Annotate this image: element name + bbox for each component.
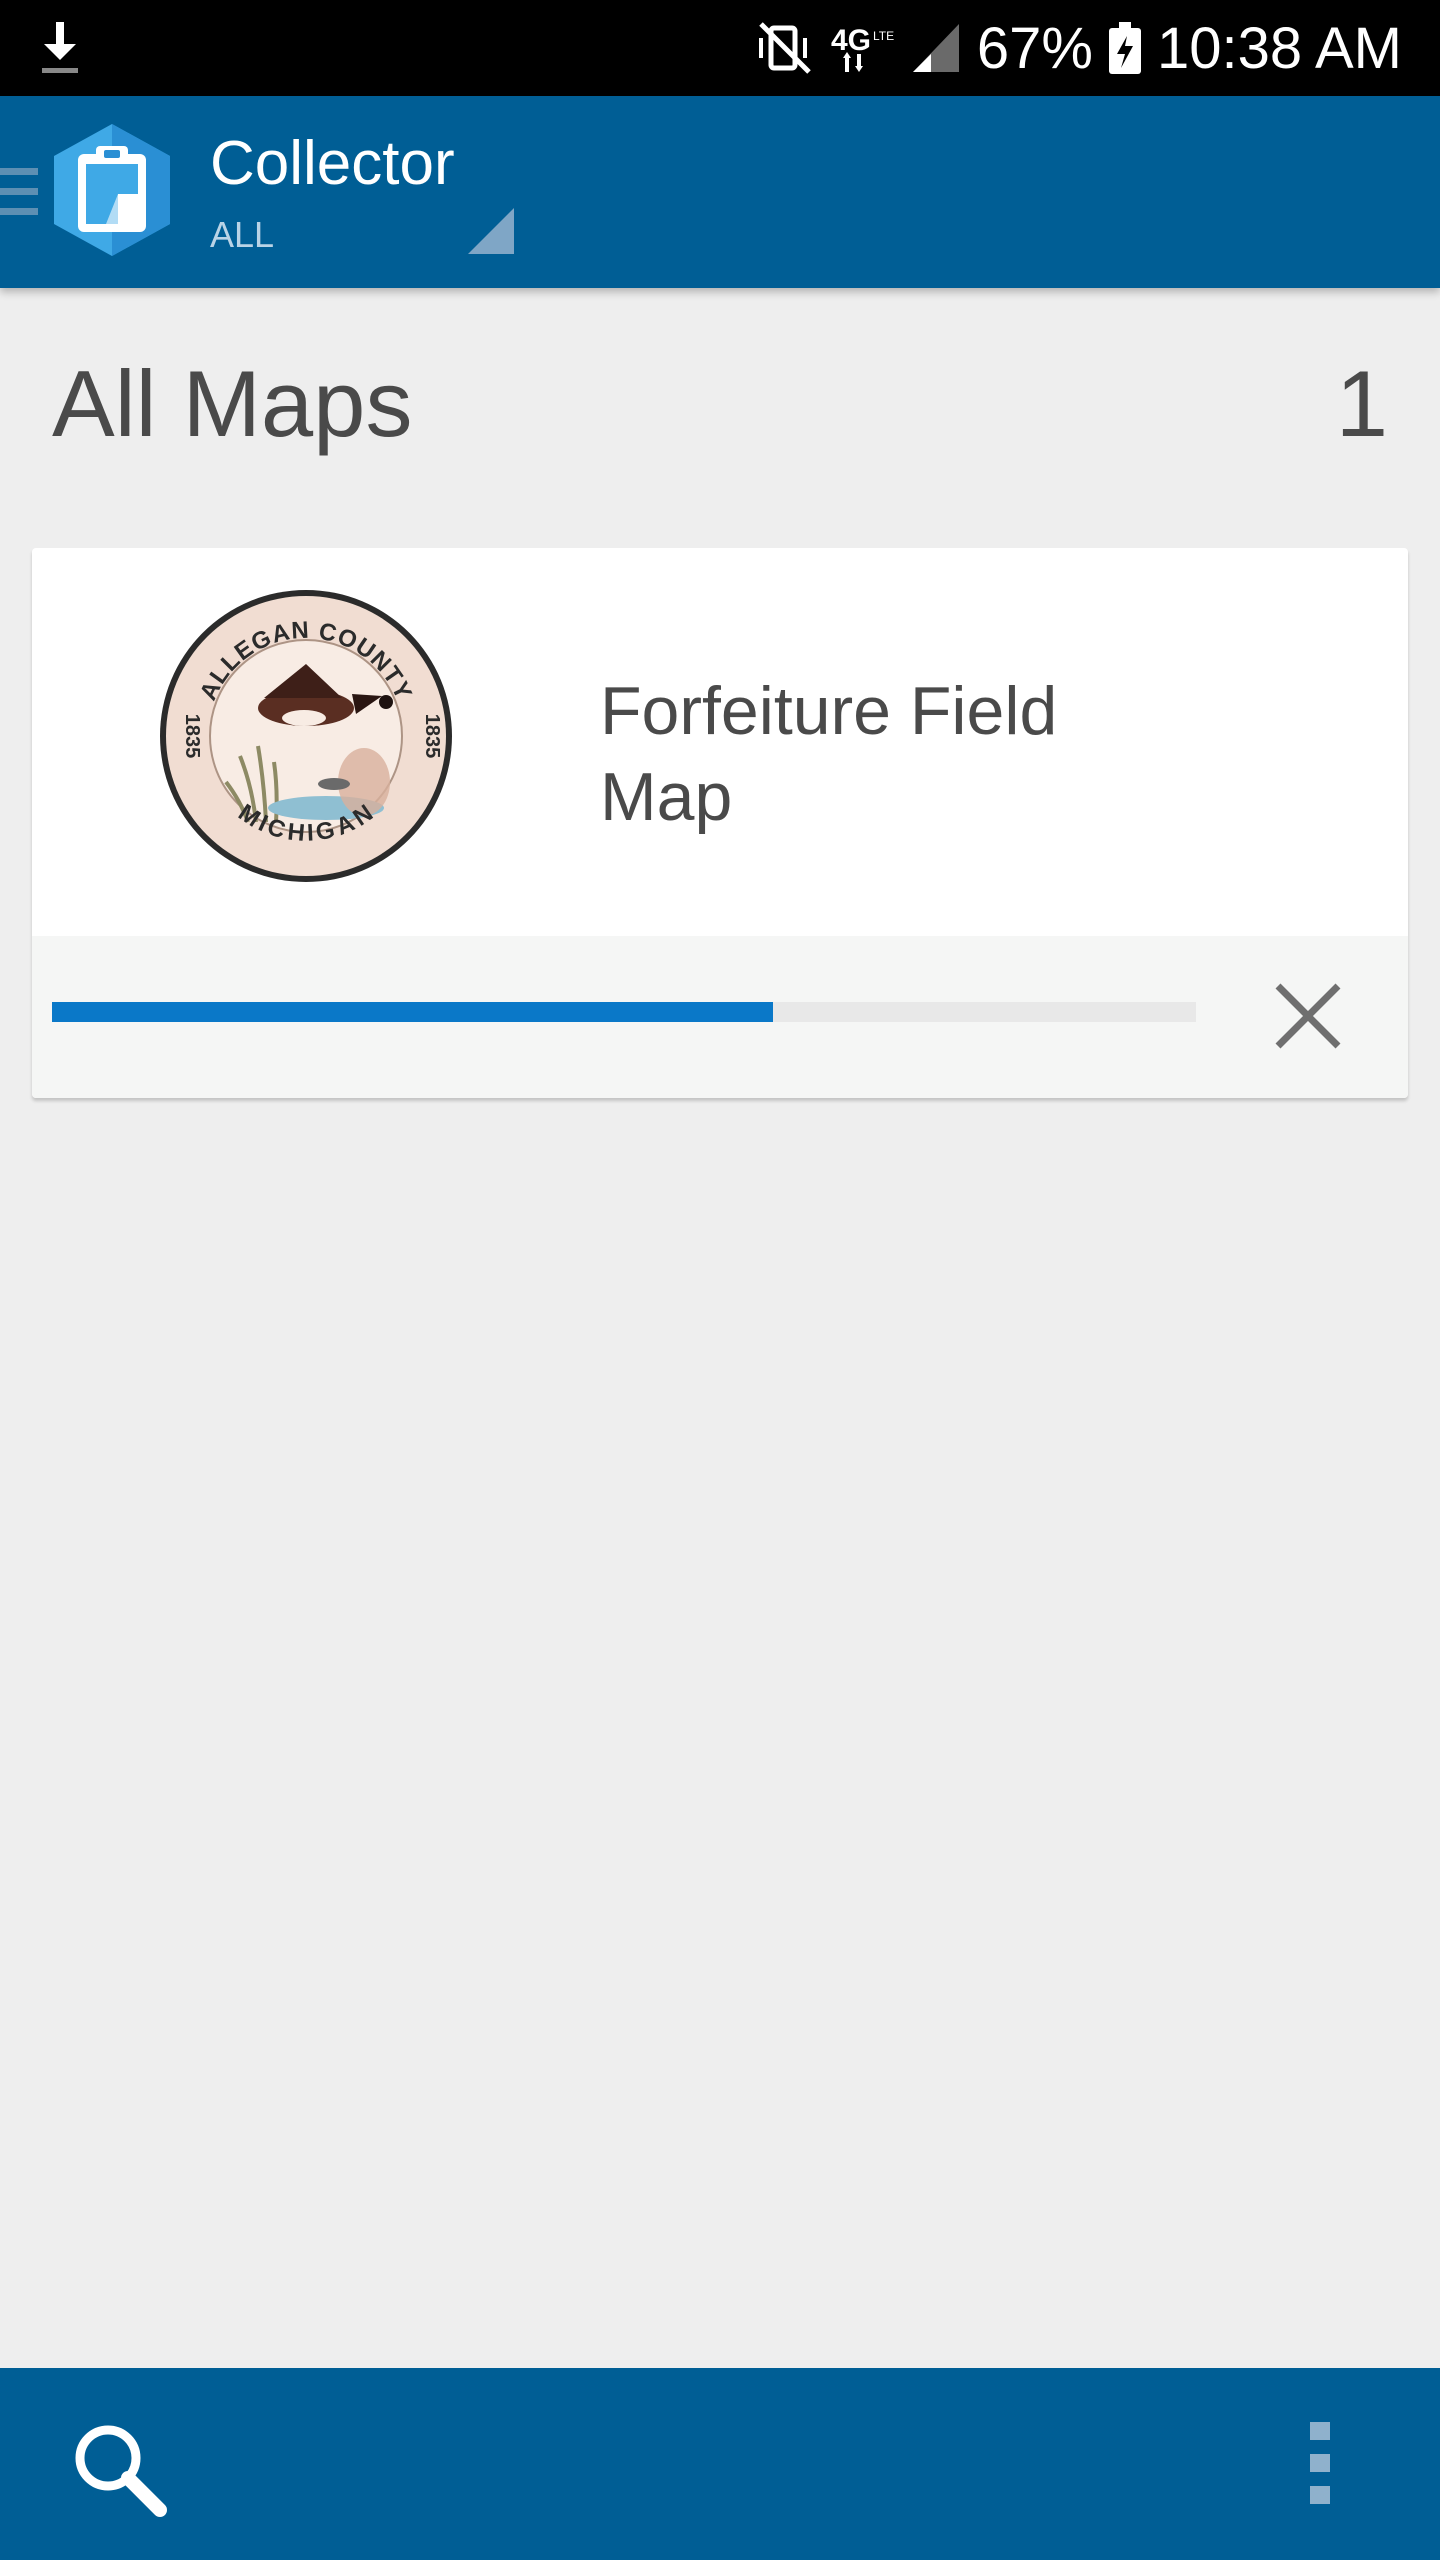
map-card[interactable]: ALLEGAN COUNTY MICHIGAN 1835 1835 Forfei… bbox=[32, 548, 1408, 1098]
bottom-toolbar bbox=[0, 2368, 1440, 2560]
map-title[interactable]: Forfeiture Field Map bbox=[600, 668, 1200, 840]
app-bar: Collector ALL bbox=[0, 96, 1440, 288]
map-thumbnail: ALLEGAN COUNTY MICHIGAN 1835 1835 bbox=[160, 590, 452, 882]
download-icon bbox=[42, 22, 78, 73]
4g-lte-icon: 4G LTE bbox=[831, 24, 894, 72]
seal-right-year: 1835 bbox=[421, 714, 443, 759]
search-icon[interactable] bbox=[64, 2414, 174, 2524]
download-progress-fill bbox=[52, 1002, 773, 1022]
section-title: All Maps bbox=[52, 351, 413, 456]
download-status-area bbox=[32, 936, 1408, 1098]
svg-text:LTE: LTE bbox=[873, 29, 894, 43]
cancel-download-button[interactable] bbox=[1258, 966, 1358, 1066]
battery-charging-icon bbox=[1108, 22, 1141, 74]
battery-percentage: 67% bbox=[976, 15, 1093, 81]
download-progress-bar bbox=[52, 1002, 1196, 1022]
overflow-menu-icon[interactable] bbox=[1290, 2414, 1350, 2514]
map-filter-label[interactable]: ALL bbox=[210, 214, 274, 256]
signal-icon bbox=[912, 24, 959, 72]
status-clock: 10:38 AM bbox=[1156, 15, 1402, 81]
collector-logo-icon[interactable] bbox=[52, 124, 172, 256]
seal-left-year: 1835 bbox=[181, 714, 203, 759]
menu-icon[interactable] bbox=[0, 162, 40, 222]
svg-text:4G: 4G bbox=[831, 24, 871, 57]
map-count: 1 bbox=[1335, 351, 1388, 456]
app-title[interactable]: Collector bbox=[210, 128, 455, 199]
status-bar: 4G LTE 67% 10:38 AM bbox=[0, 0, 1440, 96]
vibrate-mute-icon bbox=[758, 22, 811, 74]
dropdown-corner-icon[interactable] bbox=[466, 206, 516, 256]
